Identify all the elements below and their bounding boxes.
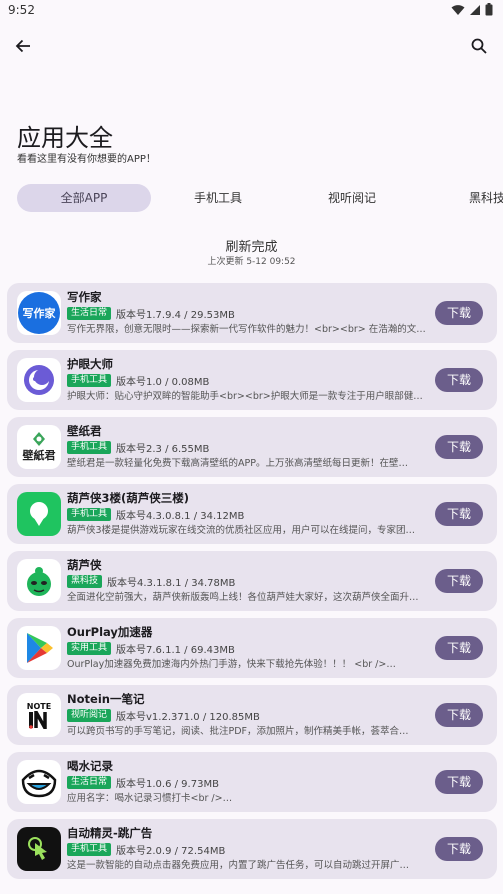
tap-icon <box>17 827 61 871</box>
app-tag: 生活日常 <box>67 776 112 789</box>
app-card[interactable]: 壁紙君 壁纸君 手机工具 版本号2.3 / 6.55MB 壁纸君是一款轻量化免费… <box>7 417 497 477</box>
app-version: 版本号2.3 / 6.55MB <box>116 444 210 455</box>
app-bar <box>0 22 503 70</box>
arrow-left-icon <box>15 39 30 53</box>
download-button[interactable]: 下载 <box>435 770 483 794</box>
tab-phone-tools[interactable]: 手机工具 <box>151 184 285 212</box>
app-tag: 手机工具 <box>67 508 112 521</box>
app-description: 可以跨页书写的手写笔记，阅读、批注PDF，添加照片，制作精美手帐，荟萃合… <box>67 726 409 737</box>
download-button[interactable]: 下载 <box>435 502 483 526</box>
status-time: 9:52 <box>8 3 35 17</box>
app-version: 版本号1.0.6 / 9.73MB <box>116 779 219 790</box>
app-tag: 手机工具 <box>67 441 112 454</box>
refresh-status: 刷新完成 <box>225 240 278 255</box>
status-icons <box>451 3 493 16</box>
moon-icon <box>17 358 61 402</box>
wifi-icon <box>451 4 465 15</box>
download-button[interactable]: 下载 <box>435 703 483 727</box>
app-name: 葫芦侠 <box>67 558 102 572</box>
play-icon <box>17 626 61 670</box>
app-description: OurPlay加速器免费加速海内外热门手游，快来下载抢先体验！！！ <br />… <box>67 659 396 670</box>
download-button[interactable]: 下载 <box>435 837 483 861</box>
app-tag: 实用工具 <box>67 642 112 655</box>
download-button[interactable]: 下载 <box>435 569 483 593</box>
app-name: 喝水记录 <box>67 759 113 773</box>
app-card[interactable]: 葫芦侠3楼(葫芦侠三楼) 手机工具 版本号4.3.0.8.1 / 34.12MB… <box>7 484 497 544</box>
app-card[interactable]: 葫芦侠 黑科技 版本号4.3.1.8.1 / 34.78MB 全面进化空前强大，… <box>7 551 497 611</box>
gourd-mascot-icon <box>17 559 61 603</box>
page-title: 应用大全 <box>17 124 113 152</box>
category-tabs: 全部APP 手机工具 视听阅记 黑科技 <box>0 184 503 212</box>
wallpaper-logo-text: 壁紙君 <box>22 449 56 462</box>
app-name: 写作家 <box>67 290 102 304</box>
app-version: 版本号1.0 / 0.08MB <box>116 377 210 388</box>
app-version: 版本号4.3.1.8.1 / 34.78MB <box>107 578 236 589</box>
app-version: 版本号2.0.9 / 72.54MB <box>116 846 226 857</box>
battery-icon <box>485 3 493 16</box>
tab-media-reading[interactable]: 视听阅记 <box>285 184 419 212</box>
writer-icon: 写作家 <box>17 291 61 335</box>
download-button[interactable]: 下载 <box>435 636 483 660</box>
notein-logo-text: NOTE <box>26 701 52 711</box>
app-card[interactable]: 喝水记录 生活日常 版本号1.0.6 / 9.73MB 应用名字：喝水记录习惯打… <box>7 752 497 812</box>
tab-all-apps[interactable]: 全部APP <box>17 184 151 212</box>
app-description: 葫芦侠3楼是提供游戏玩家在线交流的优质社区应用，用户可以在线提问，专家团… <box>67 525 416 536</box>
app-tag: 手机工具 <box>67 374 112 387</box>
app-description: 护眼大师：贴心守护双眸的智能助手<br><br>护眼大师是一款专注于用户眼部健… <box>67 391 423 402</box>
app-tag: 黑科技 <box>67 575 103 588</box>
notein-icon: NOTE <box>17 693 61 737</box>
app-tag: 生活日常 <box>67 307 112 320</box>
app-name: Notein一笔记 <box>67 692 145 706</box>
app-name: 自动精灵-跳广告 <box>67 826 153 840</box>
app-description: 壁纸君是一款轻量化免费下载高清壁纸的APP。上万张高清壁纸每日更新！在壁… <box>67 458 408 469</box>
app-name: OurPlay加速器 <box>67 625 153 639</box>
gourd-icon <box>17 492 61 536</box>
app-name: 壁纸君 <box>67 424 102 438</box>
app-card[interactable]: NOTE Notein一笔记 视听阅记 版本号v1.2.371.0 / 120.… <box>7 685 497 745</box>
download-button[interactable]: 下载 <box>435 301 483 325</box>
status-bar: 9:52 <box>0 0 503 22</box>
app-description: 这是一款智能的自动点击器免费应用，内置了跳广告任务，可以自动跳过开屏广… <box>67 860 410 871</box>
app-card[interactable]: 自动精灵-跳广告 手机工具 版本号2.0.9 / 72.54MB 这是一款智能的… <box>7 819 497 879</box>
tab-black-tech[interactable]: 黑科技 <box>419 184 503 212</box>
app-list: 写作家 写作家 生活日常 版本号1.7.9.4 / 29.53MB 写作无界限，… <box>7 283 497 886</box>
water-face-icon <box>17 760 61 804</box>
back-button[interactable] <box>7 30 39 62</box>
download-button[interactable]: 下载 <box>435 368 483 392</box>
app-description: 写作无界限，创意无限时——探索新一代写作软件的魅力！<br><br> 在浩瀚的文… <box>67 324 432 335</box>
download-button[interactable]: 下载 <box>435 435 483 459</box>
app-version: 版本号v1.2.371.0 / 120.85MB <box>116 712 260 723</box>
app-tag: 视听阅记 <box>67 709 112 722</box>
app-version: 版本号1.7.9.4 / 29.53MB <box>116 310 235 321</box>
app-description: 应用名字：喝水记录习惯打卡<br />… <box>67 793 233 804</box>
app-tag: 手机工具 <box>67 843 112 856</box>
app-card[interactable]: 护眼大师 手机工具 版本号1.0 / 0.08MB 护眼大师：贴心守护双眸的智能… <box>7 350 497 410</box>
wallpaper-icon: 壁紙君 <box>17 425 61 469</box>
search-button[interactable] <box>463 30 495 62</box>
last-updated: 上次更新 5-12 09:52 <box>207 257 296 267</box>
app-card[interactable]: OurPlay加速器 实用工具 版本号7.6.1.1 / 69.43MB Our… <box>7 618 497 678</box>
search-icon <box>471 38 487 54</box>
app-description: 全面进化空前强大，葫芦侠新版轰鸣上线！各位葫芦娃大家好，这次葫芦侠全面升… <box>67 592 419 603</box>
app-card[interactable]: 写作家 写作家 生活日常 版本号1.7.9.4 / 29.53MB 写作无界限，… <box>7 283 497 343</box>
signal-icon <box>470 4 480 15</box>
writer-logo: 写作家 <box>18 292 60 334</box>
app-name: 葫芦侠3楼(葫芦侠三楼) <box>67 491 190 505</box>
app-version: 版本号4.3.0.8.1 / 34.12MB <box>116 511 245 522</box>
app-name: 护眼大师 <box>67 357 113 371</box>
app-version: 版本号7.6.1.1 / 69.43MB <box>116 645 235 656</box>
page-subtitle: 看看这里有没有你想要的APP！ <box>17 154 156 165</box>
